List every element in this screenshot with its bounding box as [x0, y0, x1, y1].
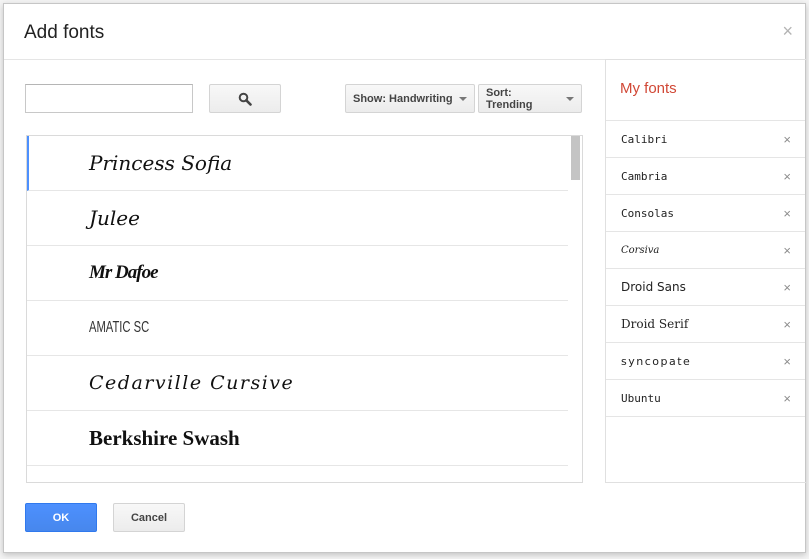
- my-font-item: Cambria ×: [606, 157, 805, 194]
- my-font-item: Consolas ×: [606, 194, 805, 231]
- cancel-button[interactable]: Cancel: [113, 503, 185, 532]
- my-font-name: Corsiva: [621, 244, 660, 256]
- search-icon: [238, 92, 252, 106]
- my-font-item: Ubuntu ×: [606, 379, 805, 416]
- font-list-item[interactable]: [27, 466, 568, 482]
- remove-font-icon[interactable]: ×: [783, 170, 791, 183]
- remove-font-icon[interactable]: ×: [783, 281, 791, 294]
- font-list-item[interactable]: Julee: [27, 191, 568, 246]
- ok-button[interactable]: OK: [25, 503, 97, 532]
- search-button[interactable]: [209, 84, 281, 113]
- remove-font-icon[interactable]: ×: [783, 207, 791, 220]
- font-preview: Berkshire Swash: [89, 425, 240, 450]
- my-font-item: Corsiva ×: [606, 231, 805, 268]
- scrollbar[interactable]: [569, 136, 582, 482]
- close-icon[interactable]: ×: [782, 22, 793, 40]
- font-preview: Mr Dafoe: [89, 262, 159, 283]
- my-font-item: Syncopate ×: [606, 342, 805, 379]
- show-filter-dropdown[interactable]: Show: Handwriting: [345, 84, 475, 113]
- font-list-item[interactable]: Berkshire Swash: [27, 411, 568, 466]
- remove-font-icon[interactable]: ×: [783, 392, 791, 405]
- my-font-name: Consolas: [621, 206, 674, 220]
- header-divider: [4, 59, 605, 60]
- my-font-item: Droid Sans ×: [606, 268, 805, 305]
- font-preview: Amatic SC: [89, 319, 150, 336]
- my-font-name: Syncopate: [621, 354, 692, 368]
- scroll-thumb[interactable]: [571, 136, 580, 180]
- chevron-down-icon: [566, 96, 574, 101]
- my-font-name: Calibri: [621, 132, 668, 146]
- font-list-item[interactable]: Mr Dafoe: [27, 246, 568, 301]
- add-fonts-dialog: Add fonts × Show: Handwriting Sort: Tren…: [3, 3, 806, 553]
- font-preview: Julee: [89, 206, 140, 230]
- my-font-name: Droid Sans: [621, 280, 686, 294]
- my-font-item: Calibri ×: [606, 120, 805, 157]
- sort-label: Sort: Trending: [486, 86, 533, 111]
- remove-font-icon[interactable]: ×: [783, 244, 791, 257]
- chevron-down-icon: [458, 96, 467, 101]
- my-font-item: Droid Serif ×: [606, 305, 805, 342]
- search-input[interactable]: [25, 84, 193, 113]
- my-fonts-panel: My fonts Calibri × Cambria × Consolas × …: [605, 59, 806, 483]
- font-list[interactable]: Princess Sofia Julee Mr Dafoe Amatic SC …: [26, 135, 583, 483]
- remove-font-icon[interactable]: ×: [783, 318, 791, 331]
- my-font-name: Cambria: [621, 169, 668, 183]
- show-filter-label: Show: Handwriting: [353, 92, 453, 105]
- my-fonts-list-end: [606, 416, 805, 417]
- dialog-title: Add fonts: [24, 22, 105, 43]
- font-list-item[interactable]: Cedarville Cursive: [27, 356, 568, 411]
- my-font-name: Ubuntu: [621, 391, 661, 405]
- my-font-name: Droid Serif: [621, 317, 689, 331]
- my-fonts-title: My fonts: [620, 80, 677, 97]
- sort-dropdown[interactable]: Sort: Trending: [478, 84, 582, 113]
- font-list-item[interactable]: Princess Sofia: [27, 136, 568, 191]
- font-preview: Princess Sofia: [89, 151, 233, 175]
- remove-font-icon[interactable]: ×: [783, 133, 791, 146]
- font-preview: Cedarville Cursive: [89, 372, 295, 394]
- font-list-item[interactable]: Amatic SC: [27, 301, 568, 356]
- remove-font-icon[interactable]: ×: [783, 355, 791, 368]
